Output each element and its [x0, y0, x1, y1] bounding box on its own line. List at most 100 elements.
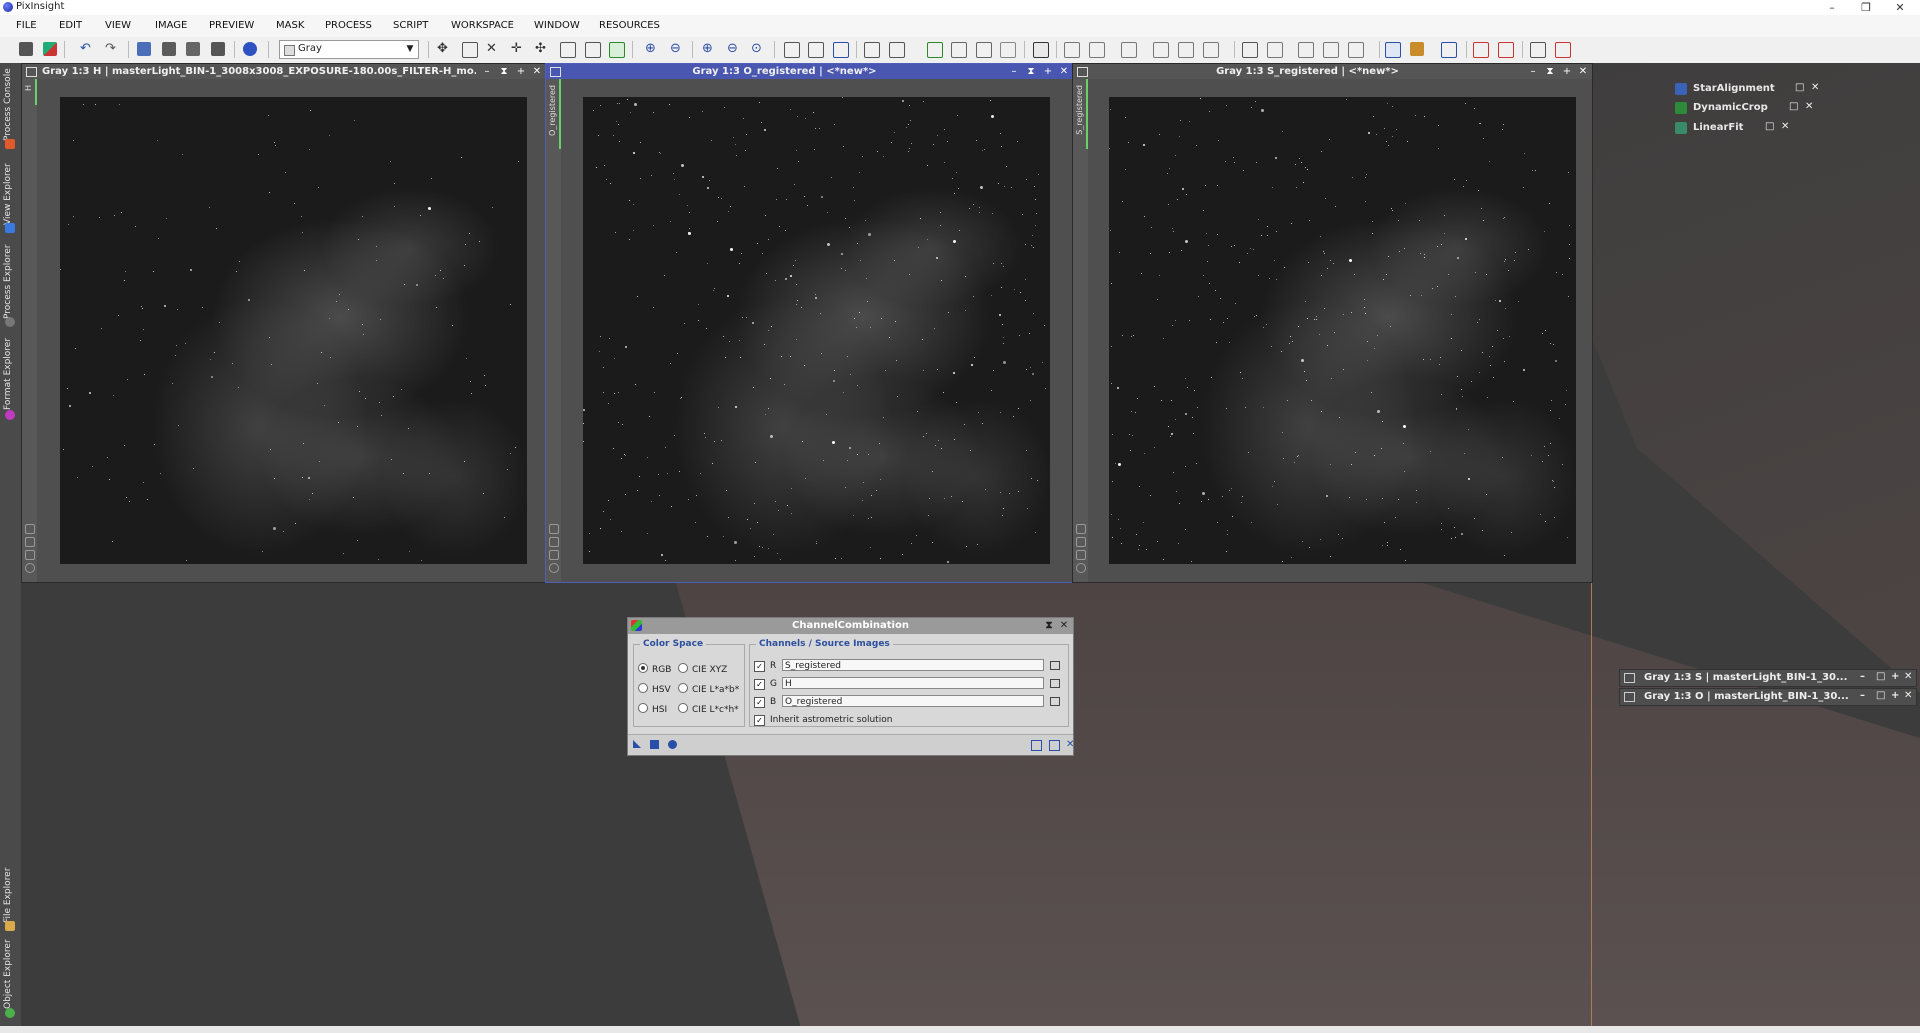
view-control-2-icon[interactable] [549, 537, 559, 547]
view-mode-1-icon[interactable] [784, 42, 800, 58]
minimize-icon[interactable]: – [1860, 671, 1865, 682]
select-view-icon[interactable] [1050, 679, 1060, 688]
radio-hsv[interactable]: HSV [638, 683, 671, 695]
minimize-icon[interactable]: – [480, 64, 494, 79]
zoom-in-icon[interactable]: ⊕ [645, 42, 659, 56]
zoom-1-1-icon[interactable]: ⊕ [702, 42, 716, 56]
zoom-optimal-icon[interactable]: ⊙ [751, 42, 765, 56]
readout-icon[interactable] [560, 42, 576, 58]
new-image-icon[interactable] [19, 42, 33, 56]
image-window-s-registered[interactable]: Gray 1:3 S_registered | <*new*> – ⧗ + ✕ … [1072, 63, 1593, 583]
radio-cie-lch[interactable]: CIE L*c*h* [678, 703, 739, 715]
export-icon[interactable] [137, 42, 151, 56]
stf-3-icon[interactable] [1121, 42, 1137, 58]
image-canvas[interactable] [1109, 97, 1576, 564]
view-mode-2-icon[interactable] [808, 42, 824, 58]
dialog-title-bar[interactable]: ChannelCombination ⧗ ✕ [628, 618, 1073, 634]
close-icon[interactable]: ✕ [1811, 82, 1819, 93]
tab-object-explorer[interactable]: Object Explorer [3, 939, 18, 1009]
view-control-3-icon[interactable] [25, 550, 35, 560]
monitor-icon[interactable] [1385, 42, 1401, 58]
iconized-window-s[interactable]: Gray 1:3 S | masterLight_BIN-1_30... – □… [1619, 669, 1917, 687]
menu-window[interactable]: WINDOW [534, 20, 580, 31]
zoom-out-icon[interactable]: ⊖ [670, 42, 684, 56]
close-window-button[interactable]: ✕ [1886, 0, 1914, 15]
dynamic-crop-icon[interactable] [609, 42, 625, 58]
maximize-icon[interactable]: + [1891, 671, 1899, 682]
close-icon[interactable]: ✕ [1576, 64, 1590, 79]
maximize-icon[interactable]: □ [1765, 121, 1774, 132]
image-canvas[interactable] [60, 97, 527, 564]
tab-file-explorer[interactable]: File Explorer [3, 863, 18, 923]
shade-icon[interactable]: ⧗ [497, 64, 511, 79]
view-control-2-icon[interactable] [25, 537, 35, 547]
menu-mask[interactable]: MASK [276, 20, 304, 31]
stf-5-icon[interactable] [1178, 42, 1194, 58]
image-window-title-bar[interactable]: Gray 1:3 O_registered | <*new*> – ⧗ + ✕ [546, 64, 1073, 79]
mask-1-icon[interactable] [864, 42, 880, 58]
undo-icon[interactable]: ↶ [80, 42, 94, 56]
close-icon[interactable]: ✕ [1057, 64, 1071, 79]
menu-process[interactable]: PROCESS [325, 20, 372, 31]
shade-icon[interactable]: ⧗ [1543, 64, 1557, 79]
close-icon[interactable]: ✕ [1904, 671, 1912, 682]
menu-image[interactable]: IMAGE [155, 20, 187, 31]
menu-workspace[interactable]: WORKSPACE [451, 20, 514, 31]
new-instance-icon[interactable] [633, 740, 641, 748]
tab-process-explorer[interactable]: Process Explorer [3, 243, 18, 319]
mask-4-icon[interactable] [951, 42, 967, 58]
close-icon[interactable]: ✕ [1781, 121, 1789, 132]
shade-icon[interactable]: ⧗ [1024, 64, 1038, 79]
select-view-icon[interactable] [1050, 661, 1060, 670]
restore-window-button[interactable]: ❐ [1852, 0, 1880, 15]
real-time-preview-icon[interactable] [1049, 740, 1060, 751]
move-icon[interactable]: ✛ [511, 42, 525, 56]
browse-documentation-icon[interactable] [1031, 740, 1042, 751]
close-icon[interactable]: ✕ [1057, 618, 1071, 634]
zoom-fit-icon[interactable] [462, 42, 478, 58]
menu-script[interactable]: SCRIPT [393, 20, 428, 31]
workspace-3-icon[interactable] [1498, 42, 1514, 58]
workspace-2-icon[interactable] [1473, 42, 1489, 58]
workspace-5-icon[interactable] [1555, 42, 1571, 58]
radio-hsi[interactable]: HSI [638, 703, 667, 715]
close-icon[interactable]: ✕ [530, 64, 544, 79]
view-mode-3-icon[interactable] [833, 42, 849, 58]
menu-resources[interactable]: RESOURCES [599, 20, 660, 31]
center-icon[interactable]: ✣ [535, 42, 549, 56]
pan-icon[interactable]: ✥ [437, 42, 451, 56]
image-window-title-bar[interactable]: Gray 1:3 H | masterLight_BIN-1_3008x3008… [22, 64, 546, 79]
stf-1-icon[interactable] [1064, 42, 1080, 58]
maximize-icon[interactable]: □ [1789, 101, 1798, 112]
channel-g-source-field[interactable]: H [782, 677, 1044, 689]
menu-file[interactable]: FILE [16, 20, 37, 31]
channel-g-checkbox[interactable]: ✓ [754, 679, 765, 690]
image-window-title-bar[interactable]: Gray 1:3 S_registered | <*new*> – ⧗ + ✕ [1073, 64, 1592, 79]
layout-3-icon[interactable] [1298, 42, 1314, 58]
close-icon[interactable]: ✕ [1904, 690, 1912, 701]
workspace-1-icon[interactable] [1441, 42, 1457, 58]
view-control-4-icon[interactable] [25, 563, 35, 573]
layout-4-icon[interactable] [1323, 42, 1339, 58]
maximize-icon[interactable]: + [514, 64, 528, 79]
mask-3-icon[interactable] [927, 42, 943, 58]
minimize-icon[interactable]: – [1860, 690, 1865, 701]
minimize-icon[interactable]: – [1526, 64, 1540, 79]
menu-edit[interactable]: EDIT [59, 20, 82, 31]
view-control-2-icon[interactable] [1076, 537, 1086, 547]
minimize-window-button[interactable]: – [1818, 0, 1846, 15]
save-all-icon[interactable] [211, 42, 225, 56]
view-control-3-icon[interactable] [1076, 550, 1086, 560]
zoom-fit-window-icon[interactable]: ⊖ [727, 42, 741, 56]
redo-icon[interactable]: ↷ [105, 42, 119, 56]
channel-b-checkbox[interactable]: ✓ [754, 697, 765, 708]
apply-icon[interactable] [668, 740, 677, 749]
view-control-4-icon[interactable] [1076, 563, 1086, 573]
radio-cie-xyz[interactable]: CIE XYZ [678, 663, 727, 675]
menu-view[interactable]: VIEW [105, 20, 131, 31]
tab-process-console[interactable]: Process Console [3, 67, 18, 141]
colorspace-select[interactable]: Gray ▼ [279, 40, 419, 59]
channel-r-checkbox[interactable]: ✓ [754, 661, 765, 672]
iconized-window-o[interactable]: Gray 1:3 O | masterLight_BIN-1_30... – □… [1619, 688, 1917, 706]
maximize-icon[interactable]: + [1891, 690, 1899, 701]
